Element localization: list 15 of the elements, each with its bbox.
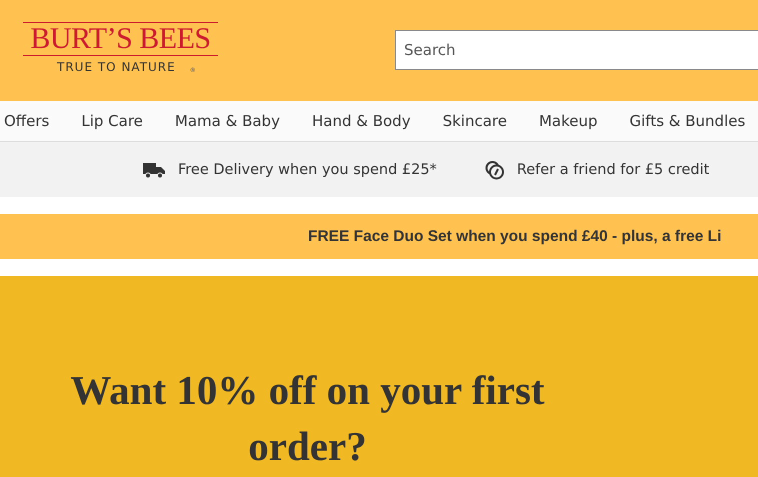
- nav-link[interactable]: Lip Care: [81, 112, 143, 130]
- usp-text: Free Delivery when you spend £25*: [178, 162, 437, 178]
- nav-link[interactable]: Gifts & Bundles: [630, 112, 746, 130]
- usp-text: Refer a friend for £5 credit: [516, 162, 710, 178]
- truck-icon: [142, 160, 166, 178]
- coins-icon: [484, 160, 505, 180]
- hero-headline: Want 10% off on your first order?: [69, 366, 546, 471]
- nav-link[interactable]: Mama & Baby: [174, 112, 280, 130]
- nav-link[interactable]: Skincare: [442, 112, 507, 130]
- promo-banner[interactable]: FREE Face Duo Set when you spend £40 - plus, a free Li: [0, 214, 758, 259]
- search-field[interactable]: Search: [395, 30, 758, 70]
- nav-link[interactable]: Offers: [4, 112, 50, 130]
- logo-tagline: TRUE TO NATURE: [57, 60, 176, 74]
- nav-link[interactable]: Hand & Body: [312, 112, 411, 130]
- nav-link[interactable]: Makeup: [538, 112, 598, 130]
